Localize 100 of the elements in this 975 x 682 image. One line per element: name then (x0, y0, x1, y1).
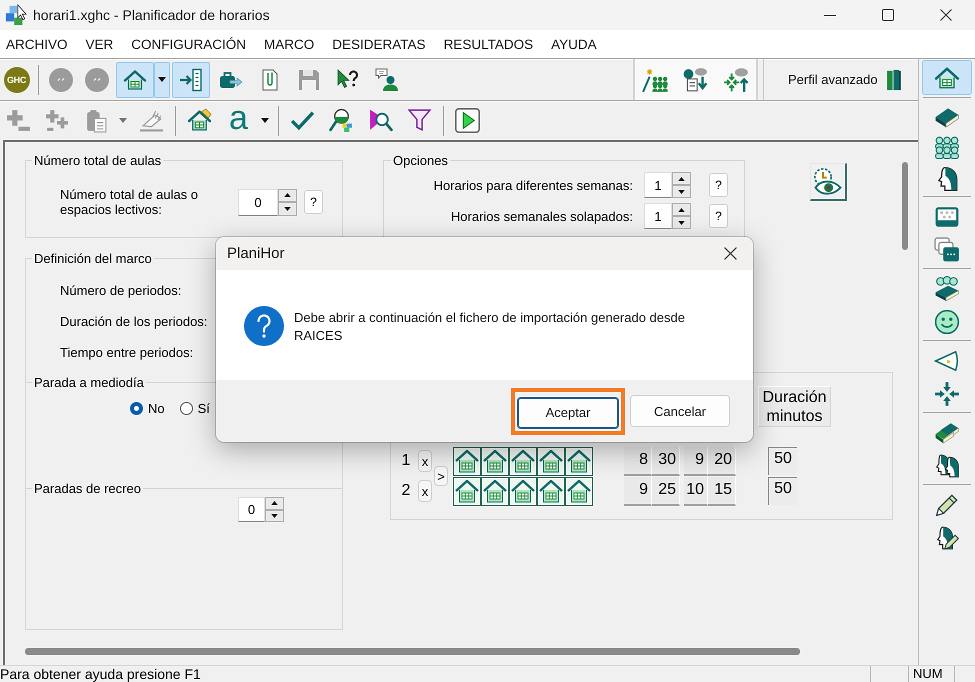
profile-button[interactable]: Perfil avanzado (788, 68, 901, 90)
status-indicator: NUM (908, 666, 954, 682)
spin-down-button[interactable] (672, 216, 691, 229)
menu-item[interactable]: MARCO (264, 36, 314, 52)
remove-button[interactable]: x (418, 480, 432, 502)
people-book-icon (934, 276, 960, 302)
time-cell: 9 (624, 476, 652, 506)
spin-up-button[interactable] (278, 188, 297, 202)
field-label: Tiempo entre periodos: (60, 345, 194, 360)
menu-item[interactable]: CONFIGURACIÓN (131, 36, 246, 52)
head-pencil-icon (934, 524, 960, 550)
spin-up-button[interactable] (265, 497, 284, 510)
house-tile-icon (565, 476, 593, 506)
spin-down-button[interactable] (265, 510, 284, 522)
row-number: 2 (400, 481, 412, 501)
dialog-title: PlaniHor (227, 245, 285, 262)
remove-button[interactable]: x (418, 450, 432, 472)
column-header: Duración minutos (758, 386, 831, 427)
up-arrow-icon (271, 501, 278, 506)
eye-clock-button[interactable] (810, 163, 847, 201)
people-group-icon (934, 134, 960, 160)
house-tile-icon (565, 446, 593, 476)
menu-item[interactable]: RESULTADOS (444, 36, 534, 52)
menu-item[interactable]: ARCHIVO (6, 36, 68, 52)
spin-down-button[interactable] (278, 202, 297, 216)
field-label: Duración de los periodos: (60, 314, 208, 329)
down-arrow-icon (678, 220, 685, 224)
menu-item[interactable]: DESIDERATAS (332, 36, 426, 52)
menu-item[interactable]: AYUDA (551, 36, 597, 52)
circle-icon (49, 68, 73, 92)
spin-up-button[interactable] (672, 203, 691, 216)
arrows-inward-icon (934, 380, 960, 406)
maximize-icon (882, 9, 894, 21)
down-arrow-icon (284, 206, 291, 211)
move-button[interactable]: > (434, 466, 448, 486)
time-cell: 9 (684, 446, 708, 476)
spin-up-button[interactable] (672, 172, 691, 185)
field-label: Horarios semanales solapados: (450, 208, 633, 224)
vertical-scrollbar-thumb[interactable] (902, 162, 908, 250)
save-icon (296, 68, 320, 92)
eye-clock-icon (813, 166, 843, 196)
caret-icon (119, 118, 127, 123)
group-title: Opciones (392, 153, 449, 168)
minimize-icon (824, 14, 836, 16)
field-label: Número de periodos: (60, 283, 182, 298)
spin-down-button[interactable] (672, 185, 691, 198)
magnifier-triangle-icon (368, 108, 393, 133)
dropdown-button[interactable] (154, 62, 170, 98)
status-text: Para obtener ayuda presione F1 (0, 666, 202, 682)
house-tile-icon (537, 446, 565, 476)
help-button[interactable]: ? (709, 173, 728, 197)
time-cell: 30 (652, 446, 680, 476)
person-document-icon (682, 66, 708, 92)
font-button[interactable]: a (220, 102, 257, 138)
horizontal-scrollbar-thumb[interactable] (25, 648, 800, 655)
up-arrow-icon (678, 176, 685, 180)
help-button[interactable]: ? (709, 204, 728, 228)
play-icon (455, 108, 480, 133)
time-cell: 25 (652, 476, 680, 506)
house-tile-icon (481, 476, 509, 506)
arrow-panel-icon (179, 68, 203, 92)
up-arrow-icon (678, 208, 685, 212)
time-cell: 8 (624, 446, 652, 476)
plus-icon (6, 108, 31, 133)
logo-button[interactable]: GHC (4, 66, 30, 92)
house-tile-icon (537, 476, 565, 506)
duration-cell: 50 (768, 477, 797, 505)
row-number: 1 (400, 451, 412, 471)
field-label: Horarios para diferentes semanas: (432, 178, 633, 192)
filter-icon (407, 108, 432, 133)
stacked-screens-icon (934, 236, 960, 262)
magnifier-icon (329, 108, 354, 133)
group-title: Definición del marco (33, 251, 153, 266)
help-button[interactable]: ? (304, 190, 323, 214)
time-cell: 10 (684, 476, 708, 506)
section-title: Paradas de recreo (33, 481, 142, 496)
house-tile-icon (481, 446, 509, 476)
spin-field[interactable]: 1 (644, 172, 672, 198)
books-icon (886, 68, 901, 90)
spin-field[interactable]: 0 (238, 188, 278, 216)
window-title: horari1.xghc - Planificador de horarios (33, 7, 270, 23)
menu-item[interactable]: VER (86, 36, 114, 52)
hand-writing-icon (139, 108, 164, 133)
spin-field[interactable]: 1 (644, 203, 672, 229)
radio-option[interactable]: No (130, 400, 165, 416)
house-hand-icon (187, 108, 212, 133)
dialog-button[interactable]: Cancelar (630, 395, 730, 427)
up-arrow-icon (284, 193, 291, 198)
pencil-icon (934, 492, 960, 518)
heads-pair-icon (934, 452, 960, 478)
down-arrow-icon (271, 514, 278, 518)
dialog-message: Debe abrir a continuación el fichero de importación generado desde RAICES (294, 309, 686, 345)
house-tile-icon (509, 446, 537, 476)
people-wand-icon (642, 66, 668, 92)
radio-option[interactable]: Sí (180, 400, 210, 416)
duration-cell: 50 (768, 447, 797, 475)
smiley-icon (934, 308, 960, 334)
toolbar-button[interactable] (172, 62, 210, 98)
dialog-button[interactable]: Aceptar (517, 396, 619, 428)
spin-field[interactable]: 0 (238, 497, 265, 522)
